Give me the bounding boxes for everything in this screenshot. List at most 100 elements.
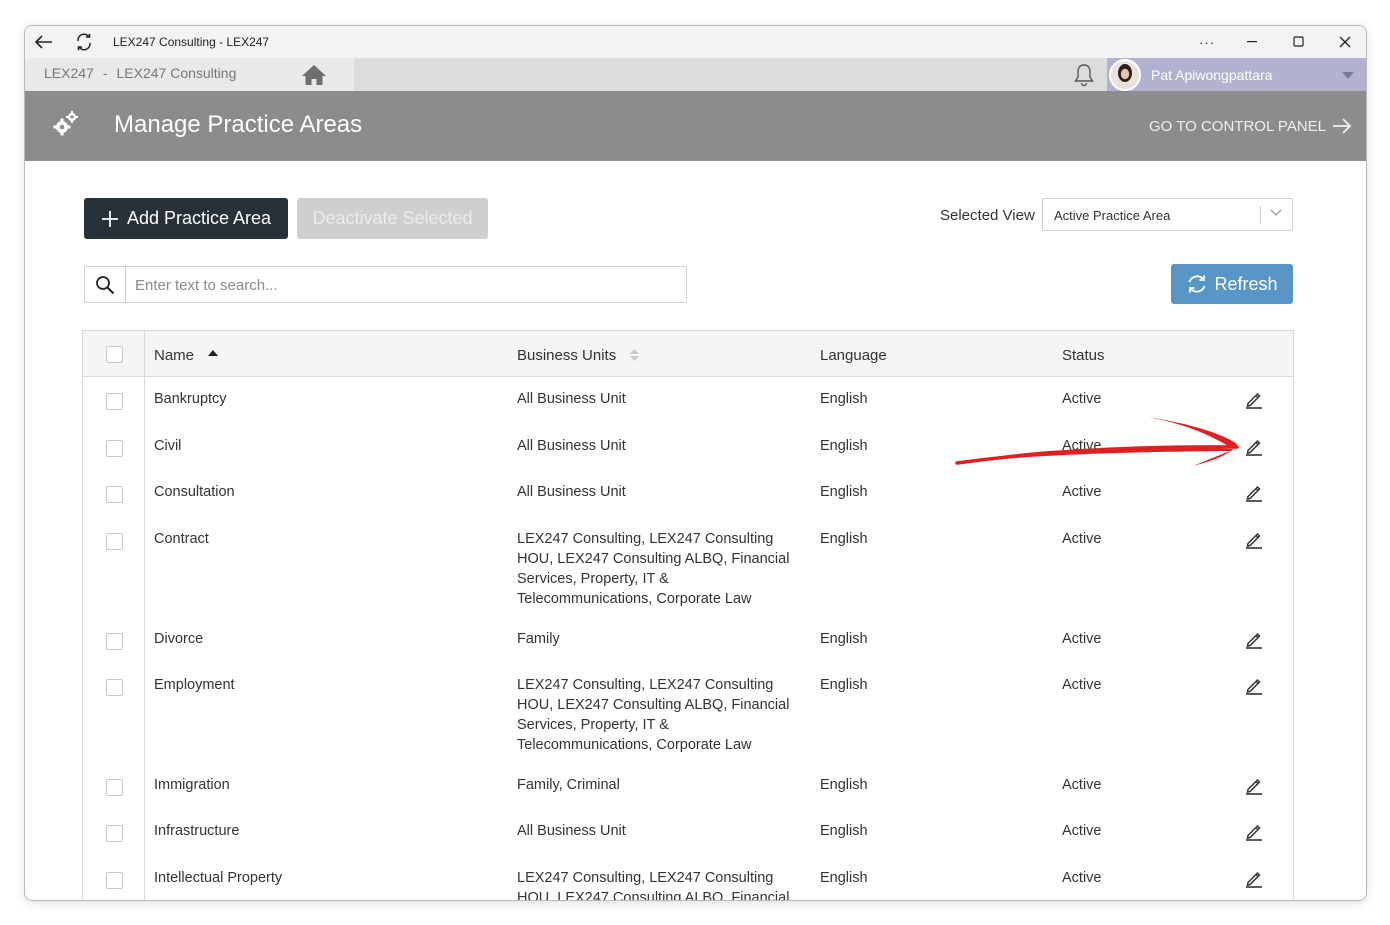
cell-language: English xyxy=(820,870,868,886)
cell-business-units: All Business Unit xyxy=(517,823,626,839)
cell-name: Bankruptcy xyxy=(154,391,227,407)
row-checkbox[interactable] xyxy=(106,872,123,889)
cell-name: Infrastructure xyxy=(154,823,240,839)
search-icon[interactable] xyxy=(85,267,126,302)
dropdown-divider xyxy=(1260,206,1261,224)
table-header: Name Business Units Language Status xyxy=(83,331,1293,377)
edit-icon[interactable] xyxy=(1243,628,1265,650)
cell-name: Contract xyxy=(154,531,209,547)
row-checkbox[interactable] xyxy=(106,679,123,696)
row-checkbox[interactable] xyxy=(106,533,123,550)
maximize-icon[interactable] xyxy=(1276,28,1322,56)
selected-view-value: Active Practice Area xyxy=(1054,208,1171,223)
edit-icon[interactable] xyxy=(1243,435,1265,457)
row-checkbox[interactable] xyxy=(106,633,123,650)
chevron-down-icon xyxy=(1342,72,1354,79)
cell-name: Divorce xyxy=(154,631,204,647)
table-row: Civil All Business Unit English Active xyxy=(83,425,1293,471)
column-header-language[interactable]: Language xyxy=(820,347,887,364)
cell-status: Active xyxy=(1062,823,1102,839)
arrow-right-icon xyxy=(1333,118,1352,134)
add-practice-area-button[interactable]: Add Practice Area xyxy=(84,198,288,239)
cell-status: Active xyxy=(1062,631,1102,647)
add-practice-area-label: Add Practice Area xyxy=(126,208,272,228)
search-input[interactable] xyxy=(135,275,675,295)
cell-name: Consultation xyxy=(154,484,235,500)
reload-icon[interactable] xyxy=(72,30,96,54)
column-name-label: Name xyxy=(154,347,195,364)
cell-language: English xyxy=(820,484,868,500)
cell-name: Civil xyxy=(154,438,182,454)
home-icon xyxy=(302,64,326,85)
plus-icon xyxy=(101,210,118,227)
cell-status: Active xyxy=(1062,484,1102,500)
close-icon[interactable] xyxy=(1322,28,1366,56)
cell-language: English xyxy=(820,823,868,839)
table-row: Divorce Family English Active xyxy=(83,618,1293,664)
page-header: Manage Practice Areas GO TO CONTROL PANE… xyxy=(25,91,1366,161)
minimize-icon[interactable] xyxy=(1230,28,1276,56)
title-bar: LEX247 Consulting - LEX247 ··· xyxy=(25,26,1366,58)
cell-language: English xyxy=(820,677,868,693)
breadcrumb[interactable]: LEX247- LEX247 Consulting xyxy=(25,58,274,91)
breadcrumb-separator: - xyxy=(102,65,108,81)
cell-business-units: Family xyxy=(517,631,560,647)
cell-language: English xyxy=(820,391,868,407)
cell-business-units: All Business Unit xyxy=(517,391,626,407)
refresh-icon xyxy=(1189,275,1206,293)
chevron-down-icon xyxy=(1270,209,1282,216)
breadcrumb-page: LEX247 Consulting xyxy=(116,65,237,81)
row-checkbox[interactable] xyxy=(106,779,123,796)
more-options-icon[interactable]: ··· xyxy=(1184,28,1230,56)
user-menu[interactable]: Pat Apiwongpattara xyxy=(1107,58,1366,91)
table-row: Contract LEX247 Consulting, LEX247 Consul… xyxy=(83,518,1293,618)
back-icon[interactable] xyxy=(32,30,56,54)
edit-icon[interactable] xyxy=(1243,674,1265,696)
edit-icon[interactable] xyxy=(1243,481,1265,503)
practice-areas-table: Name Business Units Language Status Bank… xyxy=(82,330,1294,901)
row-checkbox[interactable] xyxy=(106,486,123,503)
deactivate-selected-button[interactable]: Deactivate Selected xyxy=(297,198,488,239)
notification-bell-icon[interactable] xyxy=(1071,62,1097,88)
cell-status: Active xyxy=(1062,438,1102,454)
cell-status: Active xyxy=(1062,677,1102,693)
edit-icon[interactable] xyxy=(1243,774,1265,796)
row-checkbox[interactable] xyxy=(106,440,123,457)
cell-status: Active xyxy=(1062,531,1102,547)
select-all-checkbox[interactable] xyxy=(106,346,123,363)
row-checkbox[interactable] xyxy=(106,825,123,842)
user-name: Pat Apiwongpattara xyxy=(1151,67,1273,83)
row-checkbox[interactable] xyxy=(106,393,123,410)
page-title: Manage Practice Areas xyxy=(114,111,363,138)
cell-language: English xyxy=(820,531,868,547)
cell-language: English xyxy=(820,777,868,793)
refresh-button[interactable]: Refresh xyxy=(1171,264,1293,304)
table-row: Bankruptcy All Business Unit English Active xyxy=(83,378,1293,425)
go-to-control-panel-link[interactable]: GO TO CONTROL PANEL xyxy=(1149,117,1352,135)
table-row: Consultation All Business Unit English Acti… xyxy=(83,471,1293,518)
selected-view-dropdown[interactable]: Active Practice Area xyxy=(1042,198,1293,231)
edit-icon[interactable] xyxy=(1243,820,1265,842)
cell-business-units: LEX247 Consulting, LEX247 Consulting HOU… xyxy=(517,677,790,753)
column-header-name[interactable]: Name xyxy=(154,347,219,364)
column-header-business-units[interactable]: Business Units xyxy=(517,347,640,364)
avatar xyxy=(1109,59,1141,91)
table-row: Employment LEX247 Consulting, LEX247 Cons… xyxy=(83,664,1293,764)
column-header-status[interactable]: Status xyxy=(1062,347,1105,364)
cell-business-units: LEX247 Consulting, LEX247 Consulting HOU… xyxy=(517,531,790,607)
cell-status: Active xyxy=(1062,870,1102,886)
edit-icon[interactable] xyxy=(1243,388,1265,410)
cell-name: Employment xyxy=(154,677,235,693)
refresh-label: Refresh xyxy=(1214,273,1278,294)
cell-status: Active xyxy=(1062,391,1102,407)
cell-business-units: LEX247 Consulting, LEX247 Consulting HOU… xyxy=(517,870,790,901)
cell-name: Intellectual Property xyxy=(154,870,283,886)
home-button[interactable] xyxy=(274,58,354,91)
edit-icon[interactable] xyxy=(1243,867,1265,889)
search-box xyxy=(84,266,687,303)
selected-view-label: Selected View xyxy=(940,207,1035,224)
edit-icon[interactable] xyxy=(1243,528,1265,550)
cell-status: Active xyxy=(1062,777,1102,793)
gears-icon xyxy=(51,109,81,139)
sort-icon xyxy=(630,349,640,361)
